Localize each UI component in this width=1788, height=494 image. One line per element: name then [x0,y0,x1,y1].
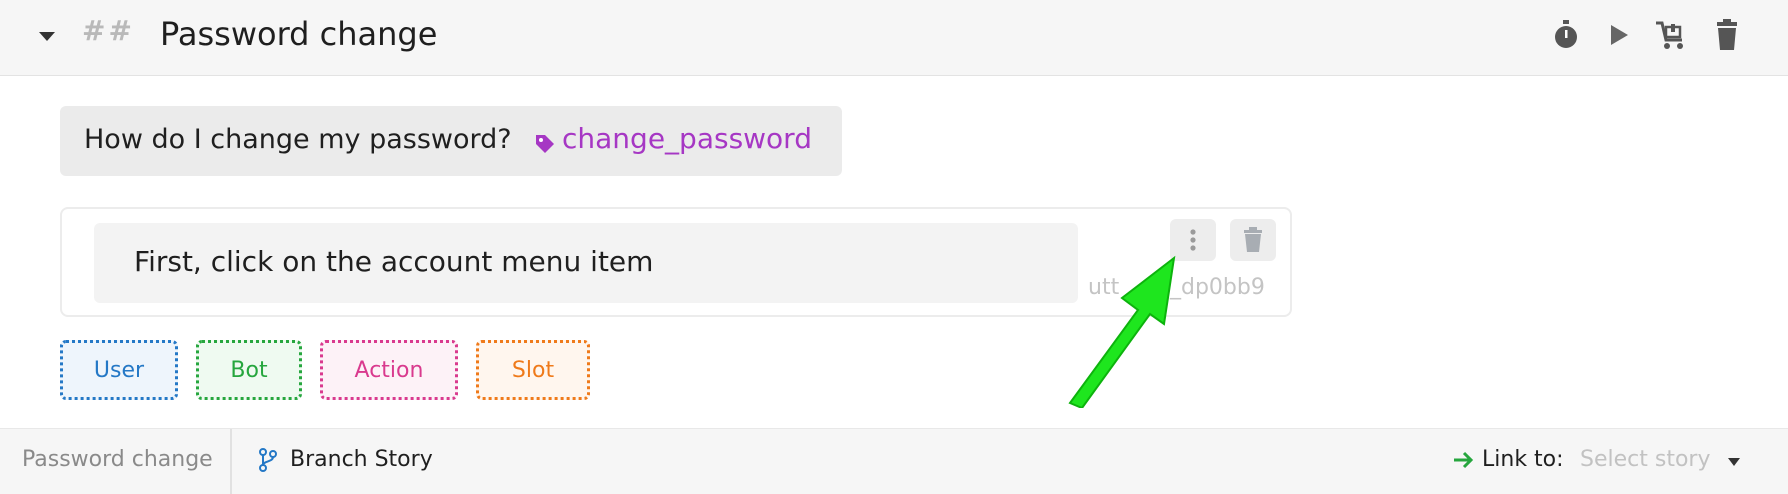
link-to-label: Link to: [1482,447,1564,472]
cart-icon[interactable] [1654,18,1688,52]
trash-icon [1244,227,1262,252]
chevron-down-icon[interactable] [1727,457,1741,467]
add-action-button[interactable]: Action [320,340,458,400]
delete-response-button[interactable] [1230,219,1276,261]
select-story-dropdown[interactable]: Select story [1580,447,1710,472]
link-to-control: Link to: [1452,447,1564,472]
bot-response-bubble[interactable]: First, click on the account menu item [94,223,1078,303]
story-footer: Password change Branch Story Link to: Se… [0,428,1788,494]
add-user-button[interactable]: User [60,340,178,400]
bot-response-text[interactable]: First, click on the account menu item [134,245,653,278]
intent-label[interactable]: change_password [562,122,812,155]
caret-down-icon[interactable] [38,30,56,42]
add-bot-button[interactable]: Bot [196,340,302,400]
footer-story-name: Password change [22,447,213,472]
story-title[interactable]: Password change [160,15,437,53]
footer-divider [230,429,232,494]
trash-icon[interactable] [1710,18,1744,52]
story-header: ## Password change [0,0,1788,76]
user-utterance-text[interactable]: How do I change my password? [84,124,512,155]
add-slot-button[interactable]: Slot [476,340,590,400]
branch-story-button[interactable]: Branch Story [258,447,433,472]
branch-story-label: Branch Story [290,447,433,472]
branch-icon [259,447,277,472]
timer-icon[interactable] [1549,18,1583,52]
markdown-prefix: ## [82,14,135,47]
tag-icon [536,135,554,153]
annotation-arrow-icon [1068,255,1176,408]
user-utterance[interactable]: How do I change my password? change_pass… [60,106,842,176]
play-icon[interactable] [1601,18,1635,52]
arrow-right-icon [1454,451,1474,468]
